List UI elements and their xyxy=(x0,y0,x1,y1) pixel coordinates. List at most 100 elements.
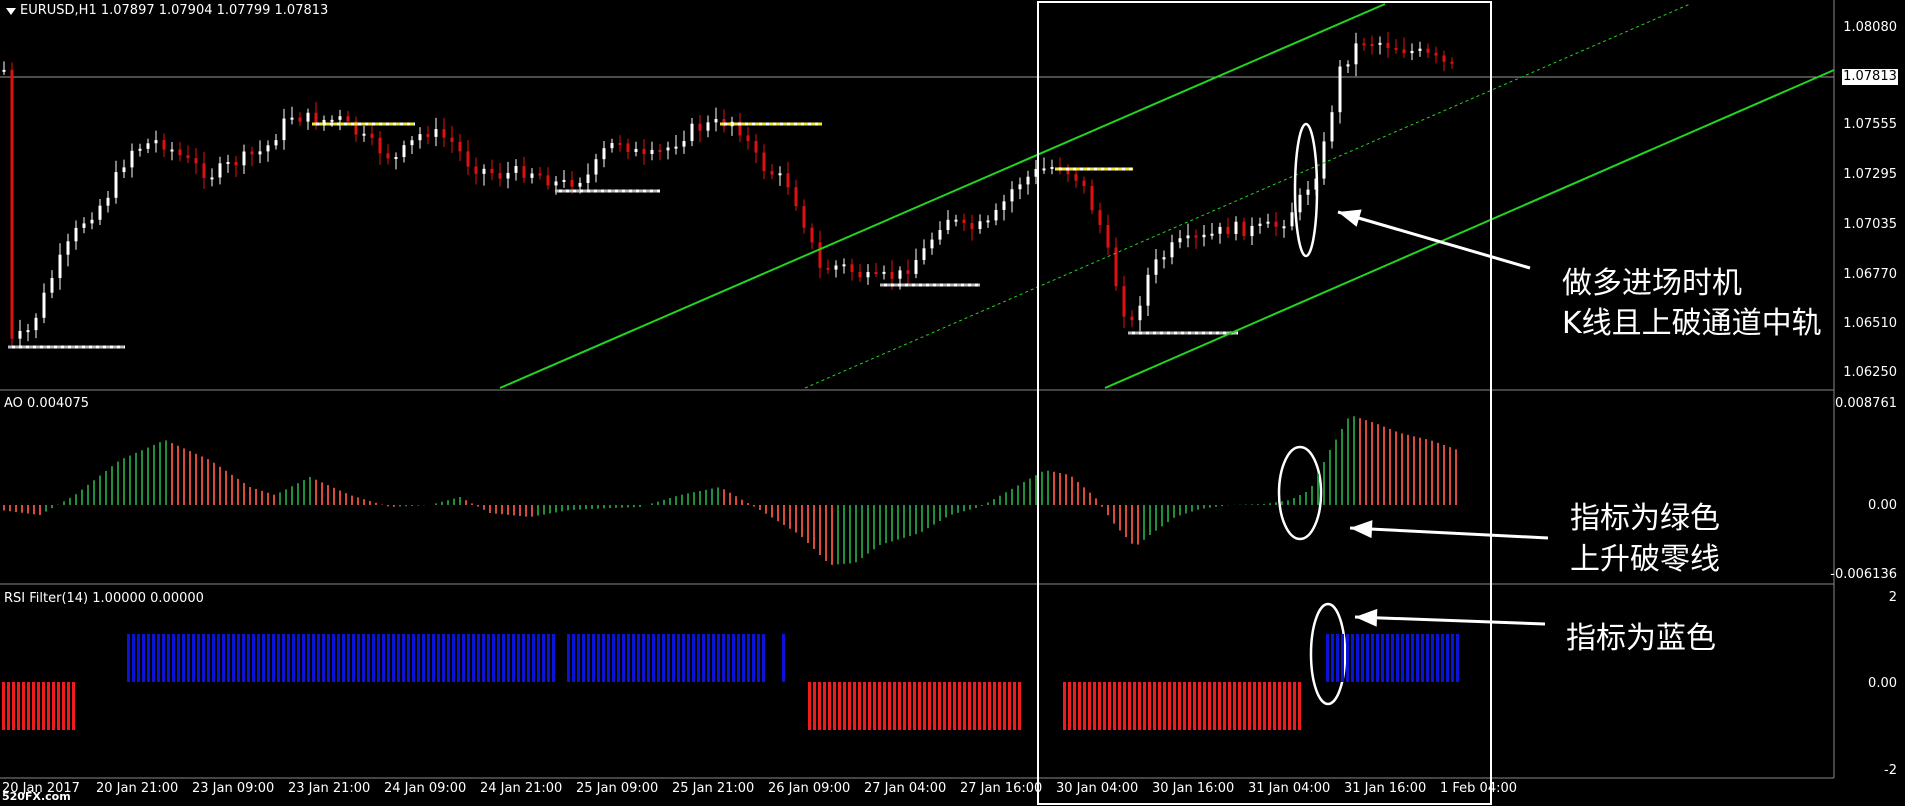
rsi-bear-bar xyxy=(808,682,811,730)
rsi-bull-bar xyxy=(732,634,735,682)
candle-body xyxy=(1090,185,1094,211)
rsi-bull-bar xyxy=(447,634,450,682)
rsi-bull-bar xyxy=(352,634,355,682)
candle-body xyxy=(138,148,142,151)
rsi-bear-bar xyxy=(853,682,856,730)
candle-body xyxy=(850,264,854,272)
candle-body xyxy=(266,145,270,152)
candle-body xyxy=(370,133,374,138)
rsi-bear-bar xyxy=(1208,682,1211,730)
rsi-bull-bar xyxy=(137,634,140,682)
rsi-tick: 0.00 xyxy=(1868,676,1897,691)
price-tick: 1.07035 xyxy=(1843,217,1897,232)
candle-body xyxy=(570,179,574,187)
candle-body xyxy=(986,220,990,223)
rsi-bull-bar xyxy=(432,634,435,682)
rsi-bull-bar xyxy=(712,634,715,682)
candle-body xyxy=(562,179,566,182)
candle-body xyxy=(938,230,942,240)
rsi-bull-bar xyxy=(762,634,765,682)
candle-body xyxy=(450,137,454,142)
rsi-bear-bar xyxy=(948,682,951,730)
candle-body xyxy=(1322,141,1326,179)
collapse-triangle-icon[interactable] xyxy=(6,8,16,15)
rsi-bear-bar xyxy=(983,682,986,730)
rsi-bull-bar xyxy=(552,634,555,682)
rsi-bear-bar xyxy=(1153,682,1156,730)
rsi-bull-bar xyxy=(267,634,270,682)
rsi-bear-bar xyxy=(37,682,40,730)
rsi-bear-bar xyxy=(898,682,901,730)
candle-body xyxy=(434,129,438,137)
rsi-bull-bar xyxy=(322,634,325,682)
candle-body xyxy=(642,148,646,154)
rsi-bear-bar xyxy=(1278,682,1281,730)
candle-body xyxy=(330,119,334,122)
rsi-bull-bar xyxy=(337,634,340,682)
candle-body xyxy=(1146,274,1150,306)
rsi-bear-bar xyxy=(908,682,911,730)
rsi-bear-bar xyxy=(1238,682,1241,730)
time-tick: 31 Jan 04:00 xyxy=(1248,781,1331,796)
candle-body xyxy=(514,166,518,173)
candle-body xyxy=(1082,180,1086,186)
rsi-bull-bar xyxy=(602,634,605,682)
candle-body xyxy=(458,141,462,152)
candle-body xyxy=(698,123,702,131)
candle-body xyxy=(362,133,366,136)
rsi-bull-bar xyxy=(272,634,275,682)
candle-body xyxy=(666,147,670,151)
candle-body xyxy=(858,271,862,278)
rsi-bull-bar xyxy=(167,634,170,682)
candle-body xyxy=(178,149,182,156)
rsi-bear-bar xyxy=(1223,682,1226,730)
candle-body xyxy=(250,151,254,155)
rsi-bull-bar xyxy=(152,634,155,682)
rsi-bear-bar xyxy=(1128,682,1131,730)
rsi-bull-bar xyxy=(1326,634,1329,682)
candle-body xyxy=(842,264,846,267)
ao-tick: 0.008761 xyxy=(1834,396,1897,411)
candle-body xyxy=(618,142,622,145)
rsi-bull-bar xyxy=(467,634,470,682)
rsi-bear-bar xyxy=(1018,682,1021,730)
candle-body xyxy=(578,182,582,187)
rsi-bull-bar xyxy=(397,634,400,682)
candle-body xyxy=(674,146,678,149)
candle-body xyxy=(1386,42,1390,48)
rsi-bear-bar xyxy=(843,682,846,730)
rsi-bull-bar xyxy=(417,634,420,682)
rsi-bull-bar xyxy=(287,634,290,682)
rsi-bull-bar xyxy=(192,634,195,682)
candle-body xyxy=(66,241,70,255)
candle-body xyxy=(98,205,102,220)
rsi-bear-bar xyxy=(1093,682,1096,730)
rsi-bull-bar xyxy=(1441,634,1444,682)
rsi-bull-bar xyxy=(232,634,235,682)
chart-canvas[interactable] xyxy=(0,0,1905,806)
candle-body xyxy=(1154,259,1158,275)
candle-body xyxy=(954,219,958,222)
rsi-bull-bar xyxy=(617,634,620,682)
rsi-bear-bar xyxy=(943,682,946,730)
rsi-bull-bar xyxy=(517,634,520,682)
candle-body xyxy=(898,270,902,279)
rsi-bull-bar xyxy=(492,634,495,682)
rsi-bull-bar xyxy=(482,634,485,682)
rsi-bear-bar xyxy=(32,682,35,730)
highlight-ellipse xyxy=(1293,122,1319,258)
rsi-bull-bar xyxy=(1431,634,1434,682)
candle-body xyxy=(58,254,62,279)
candle-body xyxy=(554,181,558,186)
time-tick: 25 Jan 09:00 xyxy=(576,781,659,796)
rsi-bear-bar xyxy=(1273,682,1276,730)
rsi-bear-bar xyxy=(928,682,931,730)
rsi-bull-bar xyxy=(1421,634,1424,682)
candle-body xyxy=(1290,212,1294,227)
candle-body xyxy=(306,112,310,122)
candle-body xyxy=(1186,235,1190,239)
rsi-bull-bar xyxy=(667,634,670,682)
price-tick: 1.06250 xyxy=(1843,365,1897,380)
rsi-bull-bar xyxy=(202,634,205,682)
rsi-bear-bar xyxy=(1133,682,1136,730)
